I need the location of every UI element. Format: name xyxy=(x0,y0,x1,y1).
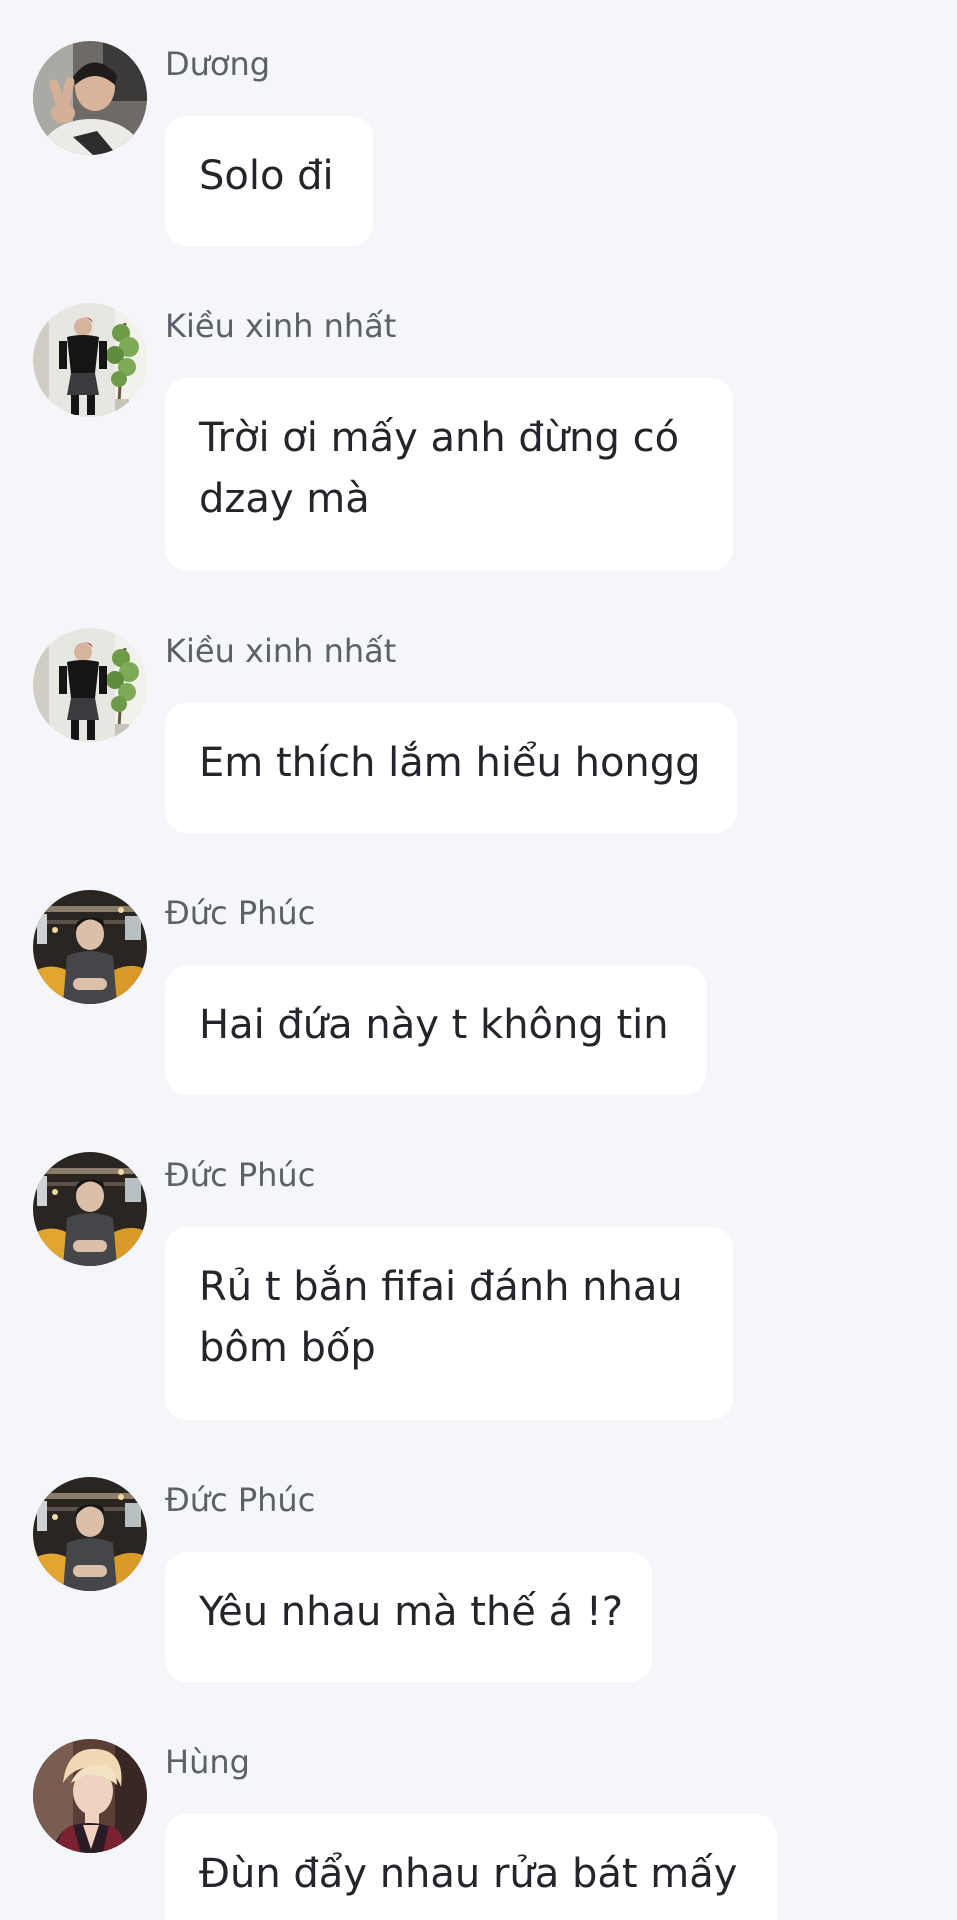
sender-name: Kiều xinh nhất xyxy=(165,632,397,670)
chat-message-list[interactable]: Dương Solo đi Kiều xinh nhất Trời ơi mấy… xyxy=(0,0,957,1920)
sender-name: Dương xyxy=(165,45,271,83)
duong-avatar-image xyxy=(33,41,147,155)
message-text-line: Rủ t bắn fifai đánh nhau xyxy=(199,1264,683,1310)
sender-name: Đức Phúc xyxy=(165,1156,316,1194)
duc-phuc-avatar-image xyxy=(33,890,147,1004)
message-text-line: Yêu nhau mà thế á !? xyxy=(199,1589,624,1635)
kieu-avatar[interactable] xyxy=(33,628,147,742)
message-bubble[interactable]: Solo đi xyxy=(165,116,373,246)
duc-phuc-avatar[interactable] xyxy=(33,890,147,1004)
duc-phuc-avatar[interactable] xyxy=(33,1477,147,1591)
sender-name: Đức Phúc xyxy=(165,894,316,932)
kieu-avatar-image xyxy=(33,303,147,417)
hung-avatar[interactable] xyxy=(33,1739,147,1853)
sender-name: Đức Phúc xyxy=(165,1481,316,1519)
duc-phuc-avatar[interactable] xyxy=(33,1152,147,1266)
message-bubble[interactable]: Trời ơi mấy anh đừng có dzay mà xyxy=(165,378,733,571)
message-bubble[interactable]: Đùn đẩy nhau rửa bát mấy xyxy=(165,1814,777,1920)
message-bubble[interactable]: Yêu nhau mà thế á !? xyxy=(165,1552,652,1682)
message-bubble[interactable]: Em thích lắm hiểu hongg xyxy=(165,703,737,833)
message-text-line: dzay mà xyxy=(199,476,370,522)
duong-avatar[interactable] xyxy=(33,41,147,155)
duc-phuc-avatar-image xyxy=(33,1477,147,1591)
sender-name: Hùng xyxy=(165,1743,250,1781)
message-text-line: Trời ơi mấy anh đừng có xyxy=(199,415,680,461)
sender-name: Kiều xinh nhất xyxy=(165,307,397,345)
message-text-line: Hai đứa này t không tin xyxy=(199,1002,669,1048)
message-text-line: Đùn đẩy nhau rửa bát mấy xyxy=(199,1851,738,1897)
duc-phuc-avatar-image xyxy=(33,1152,147,1266)
kieu-avatar-image xyxy=(33,628,147,742)
kieu-avatar[interactable] xyxy=(33,303,147,417)
message-text-line: Solo đi xyxy=(199,153,334,199)
message-text-line: bôm bốp xyxy=(199,1325,376,1371)
message-text-line: Em thích lắm hiểu hongg xyxy=(199,740,701,786)
message-bubble[interactable]: Rủ t bắn fifai đánh nhau bôm bốp xyxy=(165,1227,733,1420)
message-bubble[interactable]: Hai đứa này t không tin xyxy=(165,965,706,1095)
hung-avatar-image xyxy=(33,1739,147,1853)
